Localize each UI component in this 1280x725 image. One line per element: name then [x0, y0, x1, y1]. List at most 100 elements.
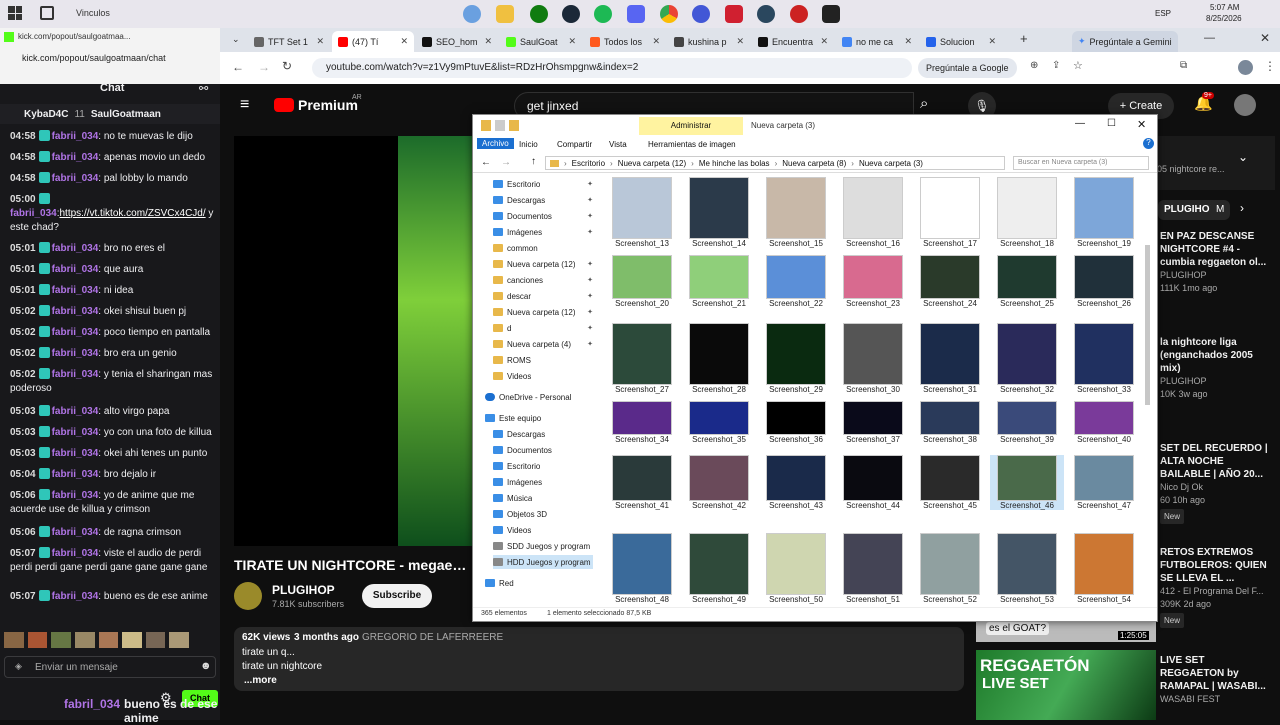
browser-tab[interactable]: Todos los ✕ — [584, 31, 666, 52]
back-icon[interactable]: ← — [232, 60, 244, 74]
show-more[interactable]: ...more — [244, 675, 277, 686]
file-thumbnail[interactable]: Screenshot_37 — [836, 401, 910, 444]
discord-icon[interactable] — [627, 5, 645, 23]
file-thumbnail[interactable]: Screenshot_50 — [759, 533, 833, 604]
hamburger-icon[interactable]: ≡ — [240, 96, 249, 114]
file-thumbnail[interactable]: Screenshot_19 — [1067, 177, 1141, 248]
message-user[interactable]: fabrii_034 — [52, 285, 99, 296]
breadcrumb-item[interactable]: Nueva carpeta (8) — [782, 159, 846, 168]
minimize-icon[interactable]: — — [1204, 32, 1215, 44]
explorer-maximize-icon[interactable]: ☐ — [1107, 118, 1116, 129]
breadcrumb-item[interactable]: Nueva carpeta (3) — [859, 159, 923, 168]
nav-item[interactable]: common — [493, 241, 593, 255]
windows-icon[interactable] — [8, 6, 22, 20]
related-video[interactable]: LIVE SET REGGAETON by RAMAPAL | WASABI..… — [1160, 654, 1270, 706]
playlist-chevron-icon[interactable]: ⌄ — [1238, 150, 1248, 164]
explorer-forward-icon[interactable]: → — [501, 157, 511, 168]
file-thumbnail[interactable]: Screenshot_27 — [605, 323, 679, 394]
popup-url[interactable]: kick.com/popout/saulgoatmaan/chat — [22, 53, 166, 63]
tab-close-icon[interactable]: ✕ — [819, 36, 828, 47]
breadcrumb-item[interactable]: Nueva carpeta (12) — [618, 159, 686, 168]
message-user[interactable]: fabrii_034 — [52, 548, 99, 559]
browser-tab[interactable]: no me ca ✕ — [836, 31, 918, 52]
file-thumbnail[interactable]: Screenshot_34 — [605, 401, 679, 444]
nav-item[interactable]: Nueva carpeta (4) ✦ — [493, 337, 593, 351]
message-user[interactable]: fabrii_034 — [52, 448, 99, 459]
close-window-icon[interactable]: ✕ — [1260, 31, 1270, 45]
ribbon-tab[interactable]: Compartir — [557, 140, 592, 149]
youtube-logo-icon[interactable] — [274, 98, 294, 112]
message-user[interactable]: fabrii_034 — [52, 173, 99, 184]
steam-icon-2[interactable] — [757, 5, 775, 23]
video-player[interactable] — [234, 136, 474, 546]
message-user[interactable]: fabrii_034 — [52, 306, 99, 317]
app-icon-1[interactable] — [463, 5, 481, 23]
chip-m[interactable]: M — [1210, 200, 1231, 220]
tab-close-icon[interactable]: ✕ — [987, 36, 996, 47]
nav-item[interactable]: Videos — [493, 369, 593, 383]
message-user[interactable]: fabrii_034 — [52, 152, 99, 163]
browser-tab[interactable]: (47) Tí ✕ — [332, 31, 414, 52]
related-video[interactable]: EN PAZ DESCANSE NIGHTCORE #4 - cumbia re… — [1160, 230, 1270, 295]
nav-item[interactable]: Documentos ✦ — [493, 209, 593, 223]
manage-tab[interactable]: Administrar — [639, 117, 743, 135]
tab-close-icon[interactable]: ✕ — [567, 36, 576, 47]
file-thumbnail[interactable]: Screenshot_31 — [913, 323, 987, 394]
nav-pc-item[interactable]: Descargas — [493, 427, 593, 441]
message-user[interactable]: fabrii_034 — [52, 490, 99, 501]
help-icon[interactable]: ? — [1143, 138, 1154, 149]
tab-search-icon[interactable]: ⌄ — [232, 34, 240, 45]
nav-item[interactable]: Imágenes ✦ — [493, 225, 593, 239]
nav-item[interactable]: descar ✦ — [493, 289, 593, 303]
channel-avatar[interactable] — [234, 582, 262, 610]
file-thumbnail[interactable]: Screenshot_44 — [836, 455, 910, 510]
file-thumbnail[interactable]: Screenshot_41 — [605, 455, 679, 510]
ribbon-tab[interactable]: Herramientas de imagen — [648, 140, 736, 149]
file-thumbnail[interactable]: Screenshot_22 — [759, 255, 833, 308]
nav-this-pc[interactable]: Este equipo — [485, 411, 605, 425]
nav-item[interactable]: canciones ✦ — [493, 273, 593, 287]
file-thumbnail[interactable]: Screenshot_14 — [682, 177, 756, 248]
nav-pc-item[interactable]: Imágenes — [493, 475, 593, 489]
nav-item[interactable]: d ✦ — [493, 321, 593, 335]
file-thumbnail[interactable]: Screenshot_17 — [913, 177, 987, 248]
file-thumbnail[interactable]: Screenshot_40 — [1067, 401, 1141, 444]
ask-google-button[interactable]: Pregúntale a Google — [918, 58, 1017, 78]
xbox-icon[interactable] — [530, 5, 548, 23]
file-thumbnail[interactable]: Screenshot_39 — [990, 401, 1064, 444]
lang-indicator[interactable]: ESP — [1155, 9, 1171, 18]
folder-icon[interactable] — [496, 5, 514, 23]
nav-pc-item[interactable]: Documentos — [493, 443, 593, 457]
browser-tab[interactable]: SaulGoat ✕ — [500, 31, 582, 52]
file-thumbnail[interactable]: Screenshot_48 — [605, 533, 679, 604]
chips-next-icon[interactable]: › — [1240, 201, 1244, 215]
message-link[interactable]: https://vt.tiktok.com/ZSVCx4CJd/ — [59, 208, 205, 219]
breadcrumb-item[interactable]: Me hinche las bolas — [699, 159, 770, 168]
nav-item[interactable]: Descargas ✦ — [493, 193, 593, 207]
tab-close-icon[interactable]: ✕ — [903, 36, 912, 47]
tab-close-icon[interactable]: ✕ — [315, 36, 324, 47]
nav-pc-item[interactable]: Escritorio — [493, 459, 593, 473]
browser-tab[interactable]: kushina p ✕ — [668, 31, 750, 52]
file-thumbnail[interactable]: Screenshot_20 — [605, 255, 679, 308]
file-thumbnail[interactable]: Screenshot_30 — [836, 323, 910, 394]
top-user-1[interactable]: KybaD4C — [24, 109, 68, 120]
tab-close-icon[interactable]: ✕ — [735, 36, 744, 47]
file-thumbnail[interactable]: Screenshot_33 — [1067, 323, 1141, 394]
file-thumbnail[interactable]: Screenshot_15 — [759, 177, 833, 248]
menu-dots-icon[interactable]: ⋮ — [1264, 59, 1276, 73]
subscribe-button[interactable]: Subscribe — [362, 584, 432, 608]
message-user[interactable]: fabrii_034 — [52, 131, 99, 142]
file-thumbnail[interactable]: Screenshot_28 — [682, 323, 756, 394]
clock-time[interactable]: 5:07 AM — [1210, 3, 1239, 12]
top-user-2[interactable]: SaulGoatmaan — [91, 109, 161, 120]
file-thumbnail[interactable]: Screenshot_29 — [759, 323, 833, 394]
explorer-back-icon[interactable]: ← — [481, 157, 491, 168]
message-user[interactable]: fabrii_034 — [52, 264, 99, 275]
zoom-icon[interactable]: ⊕ — [1030, 60, 1038, 71]
message-user[interactable]: fabrii_034 — [52, 406, 99, 417]
related-video[interactable]: la nightcore liga (enganchados 2005 mix)… — [1160, 336, 1270, 401]
tab-close-icon[interactable]: ✕ — [399, 36, 408, 47]
quick-access-icons[interactable] — [481, 120, 535, 131]
explorer-up-icon[interactable]: ↑ — [531, 156, 536, 167]
